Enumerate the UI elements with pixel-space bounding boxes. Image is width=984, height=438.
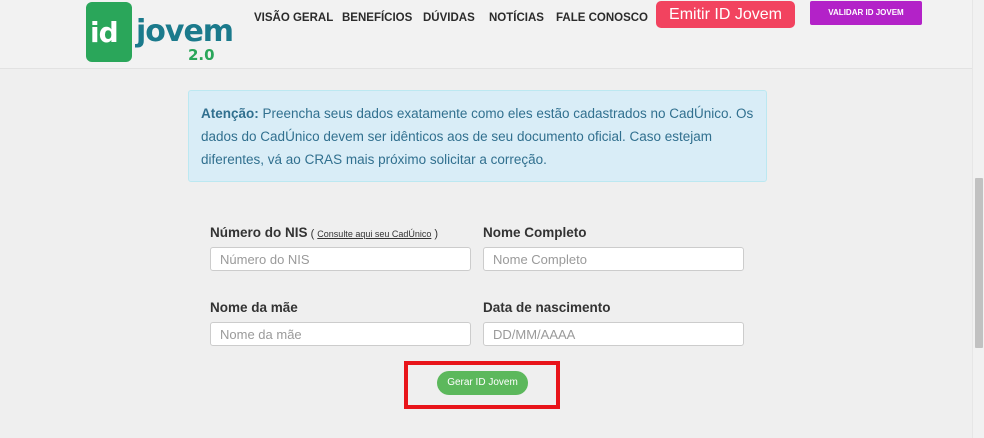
nav-noticias[interactable]: NOTÍCIAS: [489, 12, 544, 26]
data-nascimento-input[interactable]: [483, 322, 744, 346]
logo-jovem-text: jovem: [136, 14, 234, 49]
page: id jovem 2.0 VISÃO GERAL BENEFÍCIOS DÚVI…: [0, 0, 972, 438]
nav-visao-geral[interactable]: VISÃO GERAL: [254, 12, 333, 26]
nome-completo-input[interactable]: [483, 247, 744, 271]
alert-strong: Atenção:: [201, 106, 259, 121]
logo-id-text: id: [90, 16, 119, 49]
scrollbar-thumb[interactable]: [975, 178, 983, 348]
nis-label-text: Número do NIS: [210, 225, 308, 240]
emitir-id-jovem-button[interactable]: Emitir ID Jovem: [656, 1, 795, 28]
nis-input[interactable]: [210, 247, 471, 271]
alert-text: Preencha seus dados exatamente como eles…: [201, 106, 754, 167]
nav-beneficios[interactable]: BENEFÍCIOS: [342, 12, 412, 26]
nome-mae-label: Nome da mãe: [210, 300, 298, 315]
nav-fale-conosco[interactable]: FALE CONOSCO: [556, 12, 648, 26]
nav-duvidas[interactable]: DÚVIDAS: [423, 12, 475, 26]
consulte-cadunico-link[interactable]: Consulte aqui seu CadÚnico: [317, 229, 431, 239]
highlight-box: [404, 361, 560, 409]
logo-badge: id: [86, 2, 132, 62]
data-nascimento-label: Data de nascimento: [483, 300, 611, 315]
nome-completo-label: Nome Completo: [483, 225, 587, 240]
nome-mae-input[interactable]: [210, 322, 471, 346]
vertical-scrollbar[interactable]: [972, 0, 984, 438]
nis-paren-open: (: [307, 228, 318, 240]
id-jovem-logo[interactable]: id jovem 2.0: [86, 2, 234, 64]
logo-version-text: 2.0: [188, 46, 215, 64]
attention-alert: Atenção: Preencha seus dados exatamente …: [188, 90, 767, 182]
nis-paren-close: ): [431, 228, 439, 240]
site-header: id jovem 2.0 VISÃO GERAL BENEFÍCIOS DÚVI…: [0, 0, 972, 69]
validar-id-jovem-button[interactable]: VALIDAR ID JOVEM: [810, 1, 922, 25]
nis-label: Número do NIS ( Consulte aqui seu CadÚni…: [210, 225, 438, 240]
